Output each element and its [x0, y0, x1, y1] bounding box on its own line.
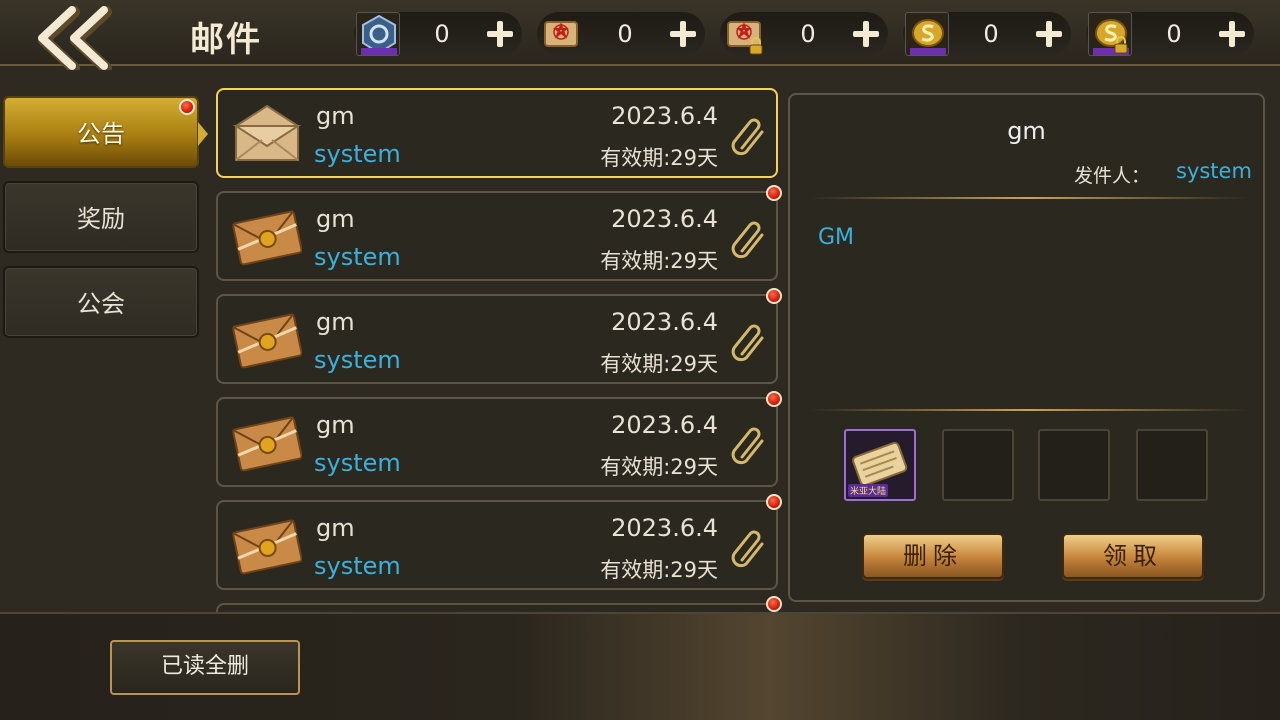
currency-value: 0	[434, 20, 450, 48]
mail-subject: gm	[316, 514, 355, 542]
delete-button[interactable]: 删除	[862, 533, 1004, 579]
mail-subject: gm	[316, 205, 355, 233]
mail-sender: system	[314, 140, 401, 168]
mail-sender: system	[314, 243, 401, 271]
mail-item[interactable]: gm system 2023.6.4 有效期:29天	[216, 191, 778, 281]
currency-gold-coin: 0	[903, 12, 1071, 56]
mail-item[interactable]: gm system 2023.6.4 有效期:29天	[216, 397, 778, 487]
mail-date: 2023.6.4	[611, 205, 718, 233]
tab-label: 奖励	[77, 205, 125, 233]
tab-reward[interactable]: 奖励	[3, 181, 199, 253]
sealed-envelope-icon	[232, 313, 302, 369]
attachment-slot	[942, 429, 1014, 501]
red-scroll-icon	[722, 12, 766, 56]
mail-subject: gm	[316, 102, 355, 130]
plus-icon	[1036, 21, 1062, 47]
tab-guild[interactable]: 公会	[3, 266, 199, 338]
red-scroll-icon	[539, 12, 583, 56]
currency-red-scroll: 0	[537, 12, 705, 56]
sealed-envelope-icon	[232, 416, 302, 472]
unread-dot	[766, 288, 782, 304]
unread-dot	[766, 596, 782, 612]
unread-dot	[766, 494, 782, 510]
tab-label: 公告	[77, 120, 125, 148]
mail-subject: gm	[316, 411, 355, 439]
paperclip-icon	[731, 427, 764, 465]
divider	[810, 197, 1247, 199]
divider	[810, 409, 1247, 411]
sender-value: system	[1176, 159, 1252, 183]
mail-expiry: 有效期:29天	[600, 455, 718, 479]
mail-date: 2023.6.4	[611, 308, 718, 336]
tab-label: 公会	[77, 290, 125, 318]
plus-icon	[1219, 21, 1245, 47]
mail-body: GM	[818, 225, 855, 250]
plus-icon	[487, 21, 513, 47]
mail-detail-panel: gm 发件人： system GM 米亚大陆 删除 领取	[788, 93, 1265, 602]
blue-emblem-icon	[356, 12, 400, 56]
back-button[interactable]	[30, 6, 122, 74]
mail-sender: system	[314, 552, 401, 580]
mail-item[interactable]: gm system 2023.6.4 有效期:29天	[216, 294, 778, 384]
paperclip-icon	[731, 324, 764, 362]
lock-icon	[1114, 36, 1128, 54]
add-currency-button[interactable]	[1210, 12, 1254, 56]
paperclip-icon	[731, 530, 764, 568]
mail-list[interactable]: gm system 2023.6.4 有效期:29天 gm system 202…	[212, 86, 784, 612]
mail-date: 2023.6.4	[611, 514, 718, 542]
mail-expiry: 有效期:29天	[600, 249, 718, 273]
currency-gold-coin-locked: 0	[1086, 12, 1254, 56]
claim-button[interactable]: 领取	[1062, 533, 1204, 579]
unread-dot	[766, 185, 782, 201]
mail-item[interactable]: gm system 2023.6.4 有效期:29天	[216, 500, 778, 590]
add-currency-button[interactable]	[478, 12, 522, 56]
mail-expiry: 有效期:29天	[600, 558, 718, 582]
add-currency-button[interactable]	[844, 12, 888, 56]
attachment-slot[interactable]: 米亚大陆	[844, 429, 916, 501]
currency-value: 0	[617, 20, 633, 48]
attachment-label: 米亚大陆	[848, 484, 889, 497]
page-title: 邮件	[190, 20, 262, 60]
add-currency-button[interactable]	[1027, 12, 1071, 56]
lock-icon	[749, 37, 763, 55]
currency-red-scroll-locked: 0	[720, 12, 888, 56]
mail-date: 2023.6.4	[611, 411, 718, 439]
top-bar: 邮件 0 0 0 0 0	[0, 0, 1280, 74]
mail-item[interactable]: gm system 2023.6.4 有效期:29天	[216, 88, 778, 178]
paperclip-icon	[731, 118, 764, 156]
currency-value: 0	[800, 20, 816, 48]
attachment-slot	[1038, 429, 1110, 501]
delete-all-read-button[interactable]: 已读全删	[110, 640, 300, 695]
sender-label: 发件人：	[1074, 165, 1151, 187]
double-chevron-left-icon	[38, 6, 112, 74]
open-envelope-icon	[232, 104, 302, 161]
plus-icon	[853, 21, 879, 47]
mail-sender: system	[314, 449, 401, 477]
active-tab-arrow	[198, 122, 208, 146]
tab-announcement[interactable]: 公告	[3, 96, 199, 168]
currency-value: 0	[1166, 20, 1182, 48]
sealed-envelope-icon	[232, 519, 302, 575]
mail-item[interactable]	[216, 603, 778, 612]
attachment-slot	[1136, 429, 1208, 501]
add-currency-button[interactable]	[661, 12, 705, 56]
mail-detail-title: gm	[1007, 117, 1046, 145]
sealed-envelope-icon	[232, 210, 302, 266]
plus-icon	[670, 21, 696, 47]
gold-coin-icon	[905, 12, 949, 56]
mail-expiry: 有效期:29天	[600, 352, 718, 376]
currency-value: 0	[983, 20, 999, 48]
mail-date: 2023.6.4	[611, 102, 718, 130]
mail-subject: gm	[316, 308, 355, 336]
paperclip-icon	[731, 221, 764, 259]
gold-coin-icon	[1088, 12, 1132, 56]
unread-dot	[766, 391, 782, 407]
mail-sender: system	[314, 346, 401, 374]
currency-blue-emblem: 0	[354, 12, 522, 56]
unread-dot	[179, 99, 195, 115]
mail-expiry: 有效期:29天	[600, 146, 718, 170]
